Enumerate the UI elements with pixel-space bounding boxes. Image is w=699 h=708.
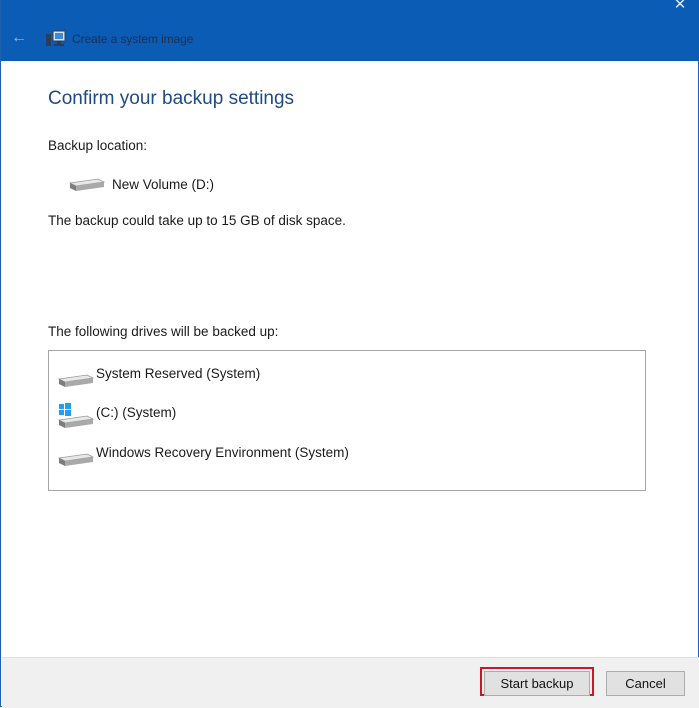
close-button[interactable]: ✕ [669, 0, 691, 14]
windows-drive-icon [57, 403, 95, 428]
list-item[interactable]: (C:) (System) [49, 403, 645, 441]
drive-name: Windows Recovery Environment (System) [96, 445, 349, 460]
drive-name: (C:) (System) [96, 405, 177, 420]
cancel-button[interactable]: Cancel [606, 671, 685, 696]
back-button[interactable]: ← [9, 28, 29, 48]
list-item[interactable]: Windows Recovery Environment (System) [49, 445, 645, 481]
drive-name: System Reserved (System) [96, 366, 261, 381]
title-bar: ← Create a system image ✕ [1, 0, 699, 61]
hard-drive-icon [57, 453, 95, 466]
hard-drive-icon [68, 178, 106, 191]
start-backup-button[interactable]: Start backup [484, 671, 590, 696]
backup-location-label: Backup location: [48, 138, 148, 153]
back-arrow-icon: ← [11, 29, 27, 46]
hard-drive-icon [57, 374, 95, 387]
drives-list[interactable]: System Reserved (System) (C:) (System) W… [48, 350, 646, 491]
system-image-app-icon [46, 30, 66, 46]
close-icon: ✕ [673, 0, 687, 13]
list-item[interactable]: System Reserved (System) [49, 366, 645, 402]
drives-list-label: The following drives will be backed up: [48, 324, 279, 339]
footer-bar [2, 657, 699, 708]
window-title: Create a system image [72, 32, 194, 46]
disk-space-notice: The backup could take up to 15 GB of dis… [48, 213, 346, 228]
create-system-image-window: ← Create a system image ✕ Confirm your b… [0, 0, 699, 708]
page-title: Confirm your backup settings [48, 88, 295, 109]
backup-location-value: New Volume (D:) [112, 177, 215, 192]
